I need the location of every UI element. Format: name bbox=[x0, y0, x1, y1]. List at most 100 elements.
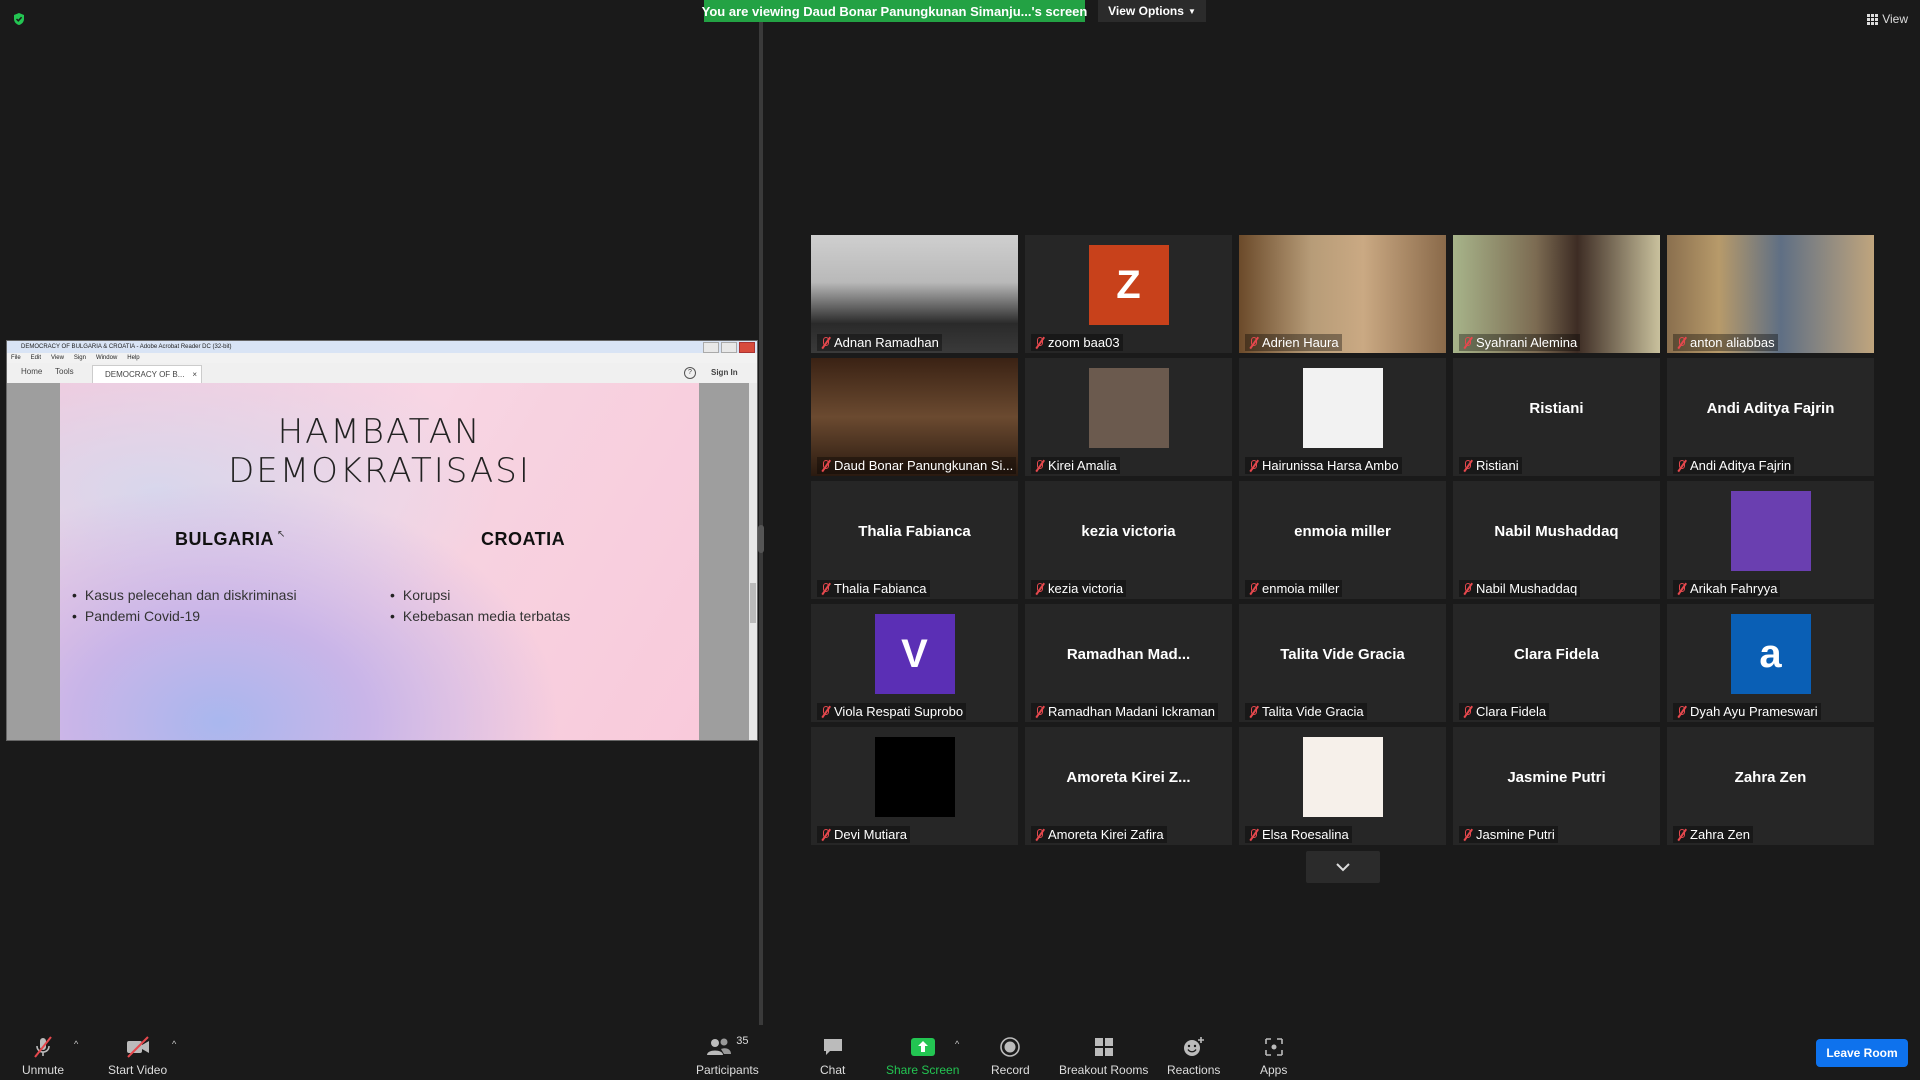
video-camera-off-icon bbox=[126, 1036, 149, 1058]
participant-tile[interactable]: Clara Fidela Clara Fidela bbox=[1453, 604, 1660, 722]
audio-options-caret-icon[interactable]: ^ bbox=[74, 1039, 78, 1049]
muted-microphone-icon bbox=[1248, 336, 1258, 349]
close-tab-icon[interactable]: × bbox=[192, 370, 197, 379]
view-options-button[interactable]: View Options ▼ bbox=[1098, 0, 1206, 22]
vertical-scrollbar[interactable] bbox=[749, 383, 757, 740]
muted-microphone-icon bbox=[1676, 336, 1686, 349]
slide-list-item: Korupsi bbox=[390, 585, 570, 606]
participant-name-tag: Ristiani bbox=[1459, 457, 1522, 474]
muted-microphone-icon bbox=[1248, 582, 1258, 595]
participant-tile[interactable]: Kirei Amalia bbox=[1025, 358, 1232, 476]
participant-tile[interactable]: Zahra Zen Zahra Zen bbox=[1667, 727, 1874, 845]
close-icon[interactable] bbox=[739, 342, 755, 353]
participants-button[interactable]: 35 Participants bbox=[696, 1035, 759, 1077]
participant-tile[interactable]: Ramadhan Mad... Ramadhan Madani Ickraman bbox=[1025, 604, 1232, 722]
tab-home[interactable]: Home bbox=[21, 367, 42, 376]
menu-sign[interactable]: Sign bbox=[74, 355, 86, 361]
participant-name-tag: Devi Mutiara bbox=[817, 826, 910, 843]
apps-button[interactable]: Apps bbox=[1260, 1035, 1287, 1077]
share-screen-button[interactable]: Share Screen bbox=[886, 1035, 959, 1077]
participant-name-tag: Ramadhan Madani Ickraman bbox=[1031, 703, 1218, 720]
menu-window[interactable]: Window bbox=[96, 355, 117, 361]
participant-name-tag: Viola Respati Suprobo bbox=[817, 703, 967, 720]
participant-display-name: Thalia Fabianca bbox=[858, 522, 971, 540]
participant-name-tag: Kirei Amalia bbox=[1031, 457, 1120, 474]
next-page-button[interactable] bbox=[1306, 851, 1380, 883]
slide: HAMBATAN DEMOKRATISASI BULGARIA ↖ CROATI… bbox=[60, 383, 699, 740]
participant-tile[interactable]: Devi Mutiara bbox=[811, 727, 1018, 845]
participant-name: Adnan Ramadhan bbox=[834, 335, 939, 350]
reactions-button[interactable]: Reactions bbox=[1167, 1035, 1220, 1077]
tab-tools[interactable]: Tools bbox=[55, 367, 74, 376]
participant-tile[interactable]: Jasmine Putri Jasmine Putri bbox=[1453, 727, 1660, 845]
video-options-caret-icon[interactable]: ^ bbox=[172, 1039, 176, 1049]
menu-edit[interactable]: Edit bbox=[31, 355, 41, 361]
participant-display-name: Andi Aditya Fajrin bbox=[1706, 399, 1835, 417]
participant-name-tag: Thalia Fabianca bbox=[817, 580, 930, 597]
participant-tile[interactable]: Ristiani Ristiani bbox=[1453, 358, 1660, 476]
participant-tile[interactable]: Syahrani Alemina bbox=[1453, 235, 1660, 353]
participant-tile[interactable]: Arikah Fahryya bbox=[1667, 481, 1874, 599]
help-icon[interactable]: ? bbox=[684, 367, 696, 379]
window-controls bbox=[703, 342, 755, 353]
unmute-button[interactable]: Unmute bbox=[22, 1035, 64, 1077]
menu-file[interactable]: File bbox=[11, 355, 21, 361]
slide-title-line-2: DEMOKRATISASI bbox=[228, 451, 531, 491]
record-button[interactable]: Record bbox=[991, 1035, 1030, 1077]
participant-tile[interactable]: kezia victoria kezia victoria bbox=[1025, 481, 1232, 599]
participant-tile[interactable]: a Dyah Ayu Prameswari bbox=[1667, 604, 1874, 722]
muted-microphone-icon bbox=[1248, 459, 1258, 472]
participant-tile[interactable]: Adrien Haura bbox=[1239, 235, 1446, 353]
avatar-container: a bbox=[1667, 604, 1874, 704]
participant-tile[interactable]: Thalia Fabianca Thalia Fabianca bbox=[811, 481, 1018, 599]
security-shield-icon[interactable] bbox=[12, 12, 26, 26]
minimize-icon[interactable] bbox=[703, 342, 719, 353]
participant-tile[interactable]: Andi Aditya Fajrin Andi Aditya Fajrin bbox=[1667, 358, 1874, 476]
chat-bubble-icon bbox=[823, 1039, 842, 1055]
share-options-caret-icon[interactable]: ^ bbox=[955, 1039, 959, 1049]
scrollbar-thumb[interactable] bbox=[750, 583, 756, 623]
participant-name-tag: Zahra Zen bbox=[1673, 826, 1753, 843]
slide-list-bulgaria: Kasus pelecehan dan diskriminasi Pandemi… bbox=[72, 585, 297, 627]
start-video-button[interactable]: Start Video bbox=[108, 1035, 167, 1077]
participant-tile[interactable]: Hairunissa Harsa Ambo bbox=[1239, 358, 1446, 476]
chevron-down-icon bbox=[1336, 863, 1350, 872]
profile-photo bbox=[874, 737, 955, 817]
view-button[interactable]: View bbox=[1867, 12, 1908, 26]
tab-document[interactable]: DEMOCRACY OF B... × bbox=[92, 365, 202, 383]
participant-tile[interactable]: V Viola Respati Suprobo bbox=[811, 604, 1018, 722]
participant-tile[interactable]: Amoreta Kirei Z... Amoreta Kirei Zafira bbox=[1025, 727, 1232, 845]
participant-tile[interactable]: Nabil Mushaddaq Nabil Mushaddaq bbox=[1453, 481, 1660, 599]
participant-name: Syahrani Alemina bbox=[1476, 335, 1578, 350]
reactions-label: Reactions bbox=[1167, 1063, 1221, 1077]
leave-room-button[interactable]: Leave Room bbox=[1816, 1039, 1908, 1067]
record-label: Record bbox=[991, 1063, 1030, 1077]
participant-tile[interactable]: Elsa Roesalina bbox=[1239, 727, 1446, 845]
split-divider-handle[interactable] bbox=[758, 525, 764, 553]
participant-tile[interactable]: Daud Bonar Panungkunan Si... bbox=[811, 358, 1018, 476]
participant-tile[interactable]: Talita Vide Gracia Talita Vide Gracia bbox=[1239, 604, 1446, 722]
muted-microphone-icon bbox=[1676, 459, 1686, 472]
participant-name: Viola Respati Suprobo bbox=[834, 704, 964, 719]
breakout-rooms-button[interactable]: Breakout Rooms bbox=[1059, 1035, 1148, 1077]
participant-tile[interactable]: Adnan Ramadhan bbox=[811, 235, 1018, 353]
participant-name-tag: Clara Fidela bbox=[1459, 703, 1550, 720]
participant-tile[interactable]: anton aliabbas bbox=[1667, 235, 1874, 353]
participant-name-tag: anton aliabbas bbox=[1673, 334, 1778, 351]
participant-tile[interactable]: enmoia miller enmoia miller bbox=[1239, 481, 1446, 599]
menu-help[interactable]: Help bbox=[127, 355, 139, 361]
participant-display-name: Talita Vide Gracia bbox=[1280, 645, 1405, 663]
sign-in-button[interactable]: Sign In bbox=[711, 368, 738, 377]
participant-display-name: Jasmine Putri bbox=[1507, 768, 1606, 786]
participant-name-tag: Jasmine Putri bbox=[1459, 826, 1558, 843]
apps-label: Apps bbox=[1260, 1063, 1288, 1077]
chat-button[interactable]: Chat bbox=[820, 1035, 845, 1077]
maximize-icon[interactable] bbox=[721, 342, 737, 353]
profile-photo bbox=[1302, 368, 1383, 448]
split-divider[interactable] bbox=[759, 22, 763, 1025]
participant-name-tag: Hairunissa Harsa Ambo bbox=[1245, 457, 1402, 474]
participant-name-tag: Daud Bonar Panungkunan Si... bbox=[817, 457, 1017, 474]
participant-tile[interactable]: Zzoom baa03 bbox=[1025, 235, 1232, 353]
participant-display-name: Ramadhan Mad... bbox=[1066, 645, 1191, 663]
menu-view[interactable]: View bbox=[51, 355, 64, 361]
